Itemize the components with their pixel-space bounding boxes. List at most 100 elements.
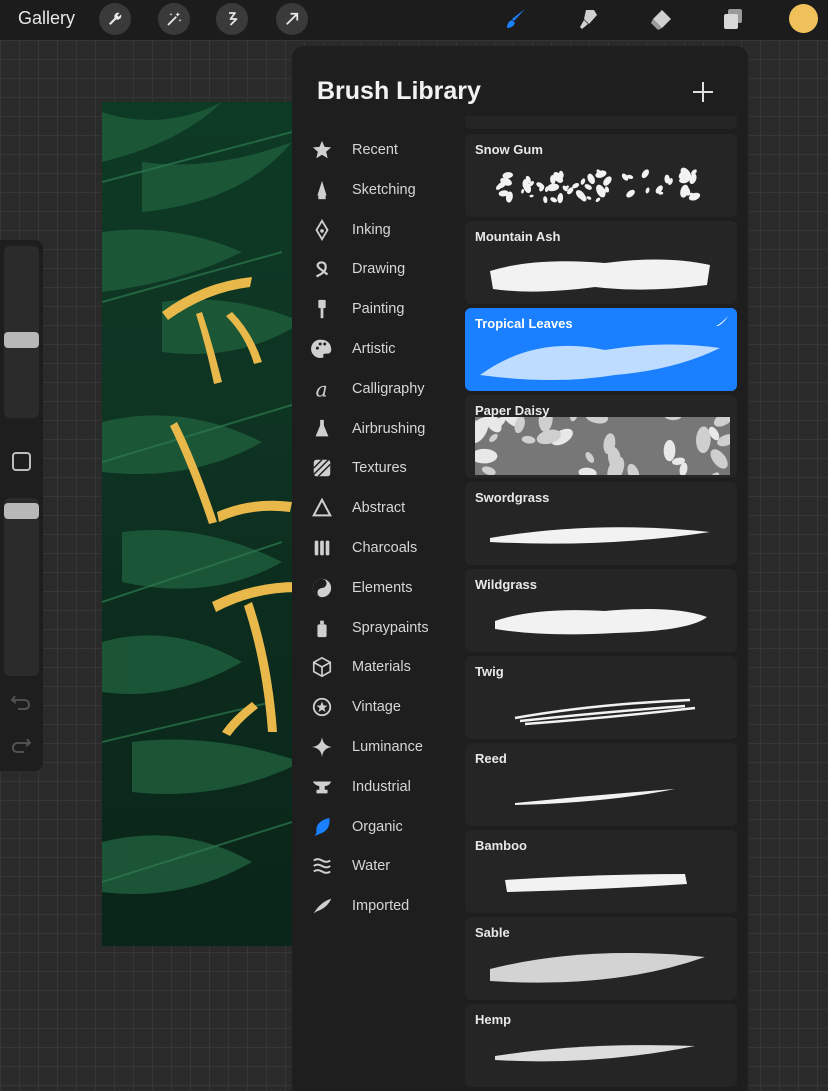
brush-size-slider-thumb[interactable] bbox=[4, 332, 39, 348]
category-label: Luminance bbox=[352, 739, 423, 755]
airbrush-icon bbox=[310, 417, 334, 441]
brush-stroke-preview bbox=[475, 417, 730, 475]
undo-icon[interactable] bbox=[10, 692, 32, 712]
smudge-icon[interactable] bbox=[574, 4, 604, 34]
svg-text:a: a bbox=[316, 378, 328, 400]
gallery-button[interactable]: Gallery bbox=[18, 8, 75, 29]
brush-name: Hemp bbox=[475, 1012, 511, 1027]
category-item-inking[interactable]: Inking bbox=[292, 210, 462, 250]
category-item-airbrushing[interactable]: Airbrushing bbox=[292, 409, 462, 449]
brush-stroke-preview bbox=[475, 939, 730, 997]
brush-stroke-preview bbox=[475, 591, 730, 649]
sparkle-icon bbox=[310, 735, 334, 759]
pencil-tip-icon bbox=[310, 178, 334, 202]
category-label: Industrial bbox=[352, 779, 411, 795]
add-brush-plus-icon[interactable] bbox=[689, 78, 717, 106]
category-label: Spraypaints bbox=[352, 620, 429, 636]
brush-name: Tropical Leaves bbox=[475, 316, 573, 331]
category-item-luminance[interactable]: Luminance bbox=[292, 727, 462, 767]
eraser-icon[interactable] bbox=[646, 4, 676, 34]
magic-wand-icon[interactable] bbox=[158, 3, 190, 35]
category-label: Painting bbox=[352, 301, 404, 317]
brush-card-sable[interactable]: Sable bbox=[465, 917, 737, 1000]
brush-card-mountain-ash[interactable]: Mountain Ash bbox=[465, 221, 737, 304]
brush-name: Swordgrass bbox=[475, 490, 549, 505]
brush-stroke-preview bbox=[475, 504, 730, 562]
left-sidebar bbox=[0, 240, 43, 771]
brush-card-partial[interactable] bbox=[465, 116, 737, 129]
waves-icon bbox=[310, 854, 334, 878]
category-item-recent[interactable]: Recent bbox=[292, 130, 462, 170]
category-label: Imported bbox=[352, 898, 409, 914]
category-label: Calligraphy bbox=[352, 381, 425, 397]
category-item-sketching[interactable]: Sketching bbox=[292, 170, 462, 210]
category-item-painting[interactable]: Painting bbox=[292, 289, 462, 329]
category-item-charcoals[interactable]: Charcoals bbox=[292, 528, 462, 568]
brush-card-snow-gum[interactable]: Snow Gum bbox=[465, 134, 737, 217]
pen-nib-icon bbox=[310, 218, 334, 242]
brush-card-reed[interactable]: Reed bbox=[465, 743, 737, 826]
layers-icon[interactable] bbox=[718, 4, 748, 34]
opacity-slider[interactable] bbox=[4, 498, 39, 676]
color-picker-swatch[interactable] bbox=[789, 4, 818, 33]
palette-icon bbox=[310, 337, 334, 361]
wrench-icon[interactable] bbox=[99, 3, 131, 35]
brush-list: Snow Gum Mountain Ash Tropical Leaves Paper… bbox=[465, 116, 739, 1091]
brush-card-paper-daisy[interactable]: Paper Daisy bbox=[465, 395, 737, 478]
brush-card-tropical-leaves[interactable]: Tropical Leaves bbox=[465, 308, 737, 391]
category-label: Charcoals bbox=[352, 540, 417, 556]
brush-name: Twig bbox=[475, 664, 504, 679]
brush-icon[interactable] bbox=[501, 4, 531, 34]
vintage-star-icon bbox=[310, 695, 334, 719]
category-label: Recent bbox=[352, 142, 398, 158]
brush-card-wildgrass[interactable]: Wildgrass bbox=[465, 569, 737, 652]
selection-icon[interactable] bbox=[216, 3, 248, 35]
opacity-slider-thumb[interactable] bbox=[4, 503, 39, 519]
category-label: Sketching bbox=[352, 182, 416, 198]
category-item-elements[interactable]: Elements bbox=[292, 568, 462, 608]
category-item-vintage[interactable]: Vintage bbox=[292, 687, 462, 727]
feather-icon bbox=[310, 894, 334, 918]
category-item-water[interactable]: Water bbox=[292, 846, 462, 886]
brush-name: Sable bbox=[475, 925, 510, 940]
squiggle-icon bbox=[310, 257, 334, 281]
brush-stroke-preview bbox=[475, 156, 730, 214]
category-item-spraypaints[interactable]: Spraypaints bbox=[292, 608, 462, 648]
category-label: Inking bbox=[352, 222, 391, 238]
category-label: Organic bbox=[352, 819, 403, 835]
category-item-imported[interactable]: Imported bbox=[292, 886, 462, 926]
star-icon bbox=[310, 138, 334, 162]
category-item-drawing[interactable]: Drawing bbox=[292, 249, 462, 289]
category-item-artistic[interactable]: Artistic bbox=[292, 329, 462, 369]
brush-stroke-preview bbox=[475, 1026, 730, 1084]
category-label: Textures bbox=[352, 460, 407, 476]
category-item-calligraphy[interactable]: a Calligraphy bbox=[292, 369, 462, 409]
anvil-icon bbox=[310, 775, 334, 799]
redo-icon[interactable] bbox=[10, 735, 32, 755]
category-item-materials[interactable]: Materials bbox=[292, 647, 462, 687]
category-item-textures[interactable]: Textures bbox=[292, 448, 462, 488]
brush-card-swordgrass[interactable]: Swordgrass bbox=[465, 482, 737, 565]
spraycan-icon bbox=[310, 616, 334, 640]
charcoal-icon bbox=[310, 536, 334, 560]
category-item-organic[interactable]: Organic bbox=[292, 807, 462, 847]
category-item-abstract[interactable]: Abstract bbox=[292, 488, 462, 528]
brush-name: Bamboo bbox=[475, 838, 527, 853]
brush-card-twig[interactable]: Twig bbox=[465, 656, 737, 739]
category-label: Abstract bbox=[352, 500, 405, 516]
triangle-icon bbox=[310, 496, 334, 520]
category-label: Water bbox=[352, 858, 390, 874]
modify-button[interactable] bbox=[12, 452, 31, 471]
category-item-industrial[interactable]: Industrial bbox=[292, 767, 462, 807]
top-toolbar: Gallery bbox=[0, 0, 828, 40]
artwork-canvas[interactable] bbox=[102, 102, 302, 946]
brush-name: Snow Gum bbox=[475, 142, 543, 157]
brush-card-hemp[interactable]: Hemp bbox=[465, 1004, 737, 1087]
yin-yang-icon bbox=[310, 576, 334, 600]
transform-arrow-icon[interactable] bbox=[276, 3, 308, 35]
brush-stroke-preview bbox=[475, 330, 730, 388]
brush-name: Mountain Ash bbox=[475, 229, 560, 244]
brush-stroke-preview bbox=[475, 678, 730, 736]
category-label: Materials bbox=[352, 659, 411, 675]
brush-card-bamboo[interactable]: Bamboo bbox=[465, 830, 737, 913]
